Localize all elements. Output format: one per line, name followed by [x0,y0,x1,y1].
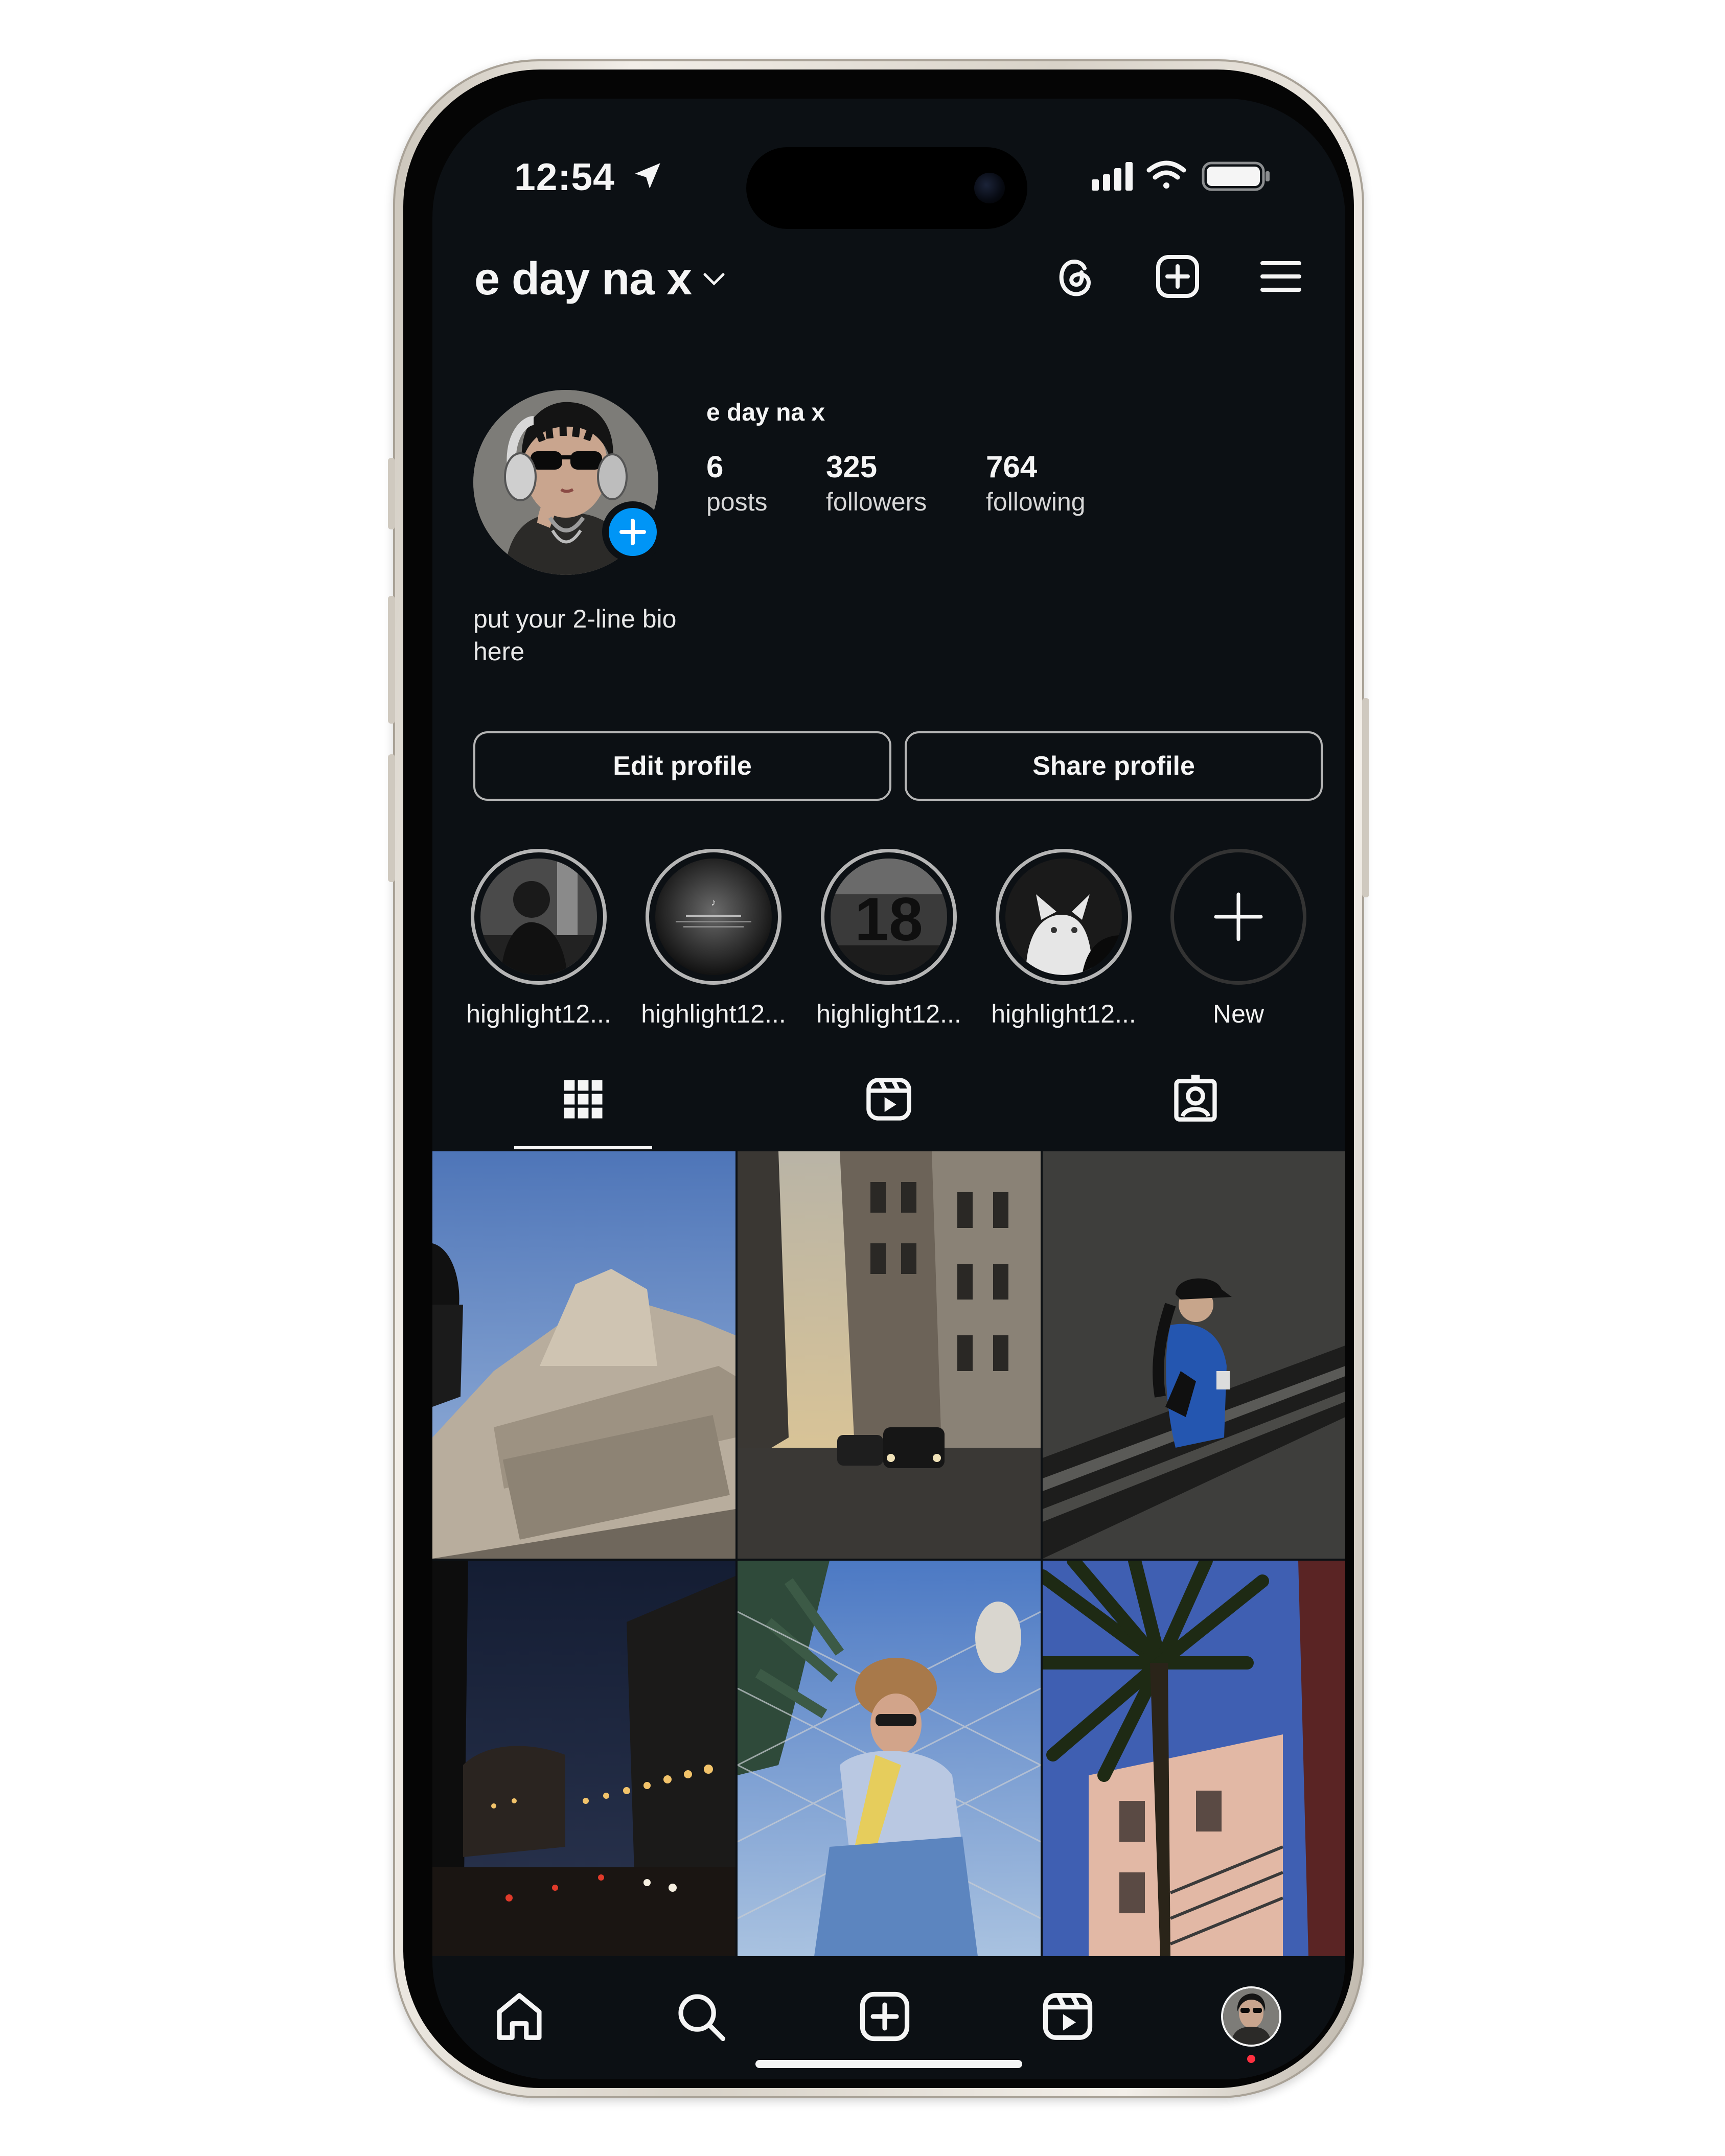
share-profile-button[interactable]: Share profile [905,731,1323,801]
location-arrow-icon [635,163,660,189]
new-highlight-button[interactable] [1170,849,1306,985]
volume-up-button [388,596,395,724]
create-icon[interactable] [857,1988,913,2045]
followers-label[interactable]: followers [826,487,927,517]
post-tile-4[interactable] [432,1561,735,1956]
post-tile-1[interactable] [432,1151,735,1559]
search-icon[interactable] [673,1988,729,2045]
plus-icon [1214,892,1263,941]
highlight-4-label: highlight12... [991,1000,1136,1028]
status-time: 12:54 [514,155,615,198]
highlight-3-thumb-text: 18 [855,885,923,954]
profile-nav-avatar[interactable] [1223,1988,1279,2045]
grid-icon[interactable] [558,1074,609,1125]
action-button [388,458,395,529]
status-icons [1092,160,1270,191]
post-tile-3[interactable] [1043,1151,1345,1559]
highlight-1[interactable] [471,849,607,985]
add-story-button[interactable] [602,501,663,563]
battery-icon [1202,161,1270,191]
reels-nav-icon[interactable] [1040,1988,1096,2045]
highlight-2[interactable]: ♪ [646,849,781,985]
following-label[interactable]: following [986,487,1086,517]
bio-line-2: here [473,637,525,666]
posts-label[interactable]: posts [706,487,768,517]
plus-icon [619,519,646,545]
active-tab-indicator [514,1146,652,1149]
edit-profile-button[interactable]: Edit profile [473,731,891,801]
phone-screen: 12:54 e day na x e day na x 6 posts 325 … [432,99,1345,2079]
highlight-2-label: highlight12... [641,1000,786,1028]
post-tile-6[interactable] [1043,1561,1345,1956]
highlight-4-thumb [1005,859,1122,975]
home-indicator[interactable] [755,2060,1022,2068]
post-tile-2[interactable] [738,1151,1041,1559]
highlight-3-thumb: 18 [831,859,947,975]
notification-dot [1247,2055,1255,2063]
new-highlight-label: New [1212,1000,1264,1028]
profile-display-name: e day na x [706,399,825,426]
wifi-icon [1146,160,1186,189]
highlight-4[interactable] [996,849,1132,985]
profile-bio: put your 2-line bio here [473,602,760,668]
highlight-2-thumb-text: ♪ [711,897,716,908]
header-username[interactable]: e day na x [474,253,692,306]
highlight-2-thumb: ♪ [655,859,772,975]
volume-down-button [388,754,395,882]
highlight-1-label: highlight12... [466,1000,611,1028]
power-button [1362,698,1369,897]
menu-icon[interactable] [1256,252,1305,301]
tagged-icon[interactable] [1170,1074,1221,1125]
reels-icon[interactable] [863,1074,914,1125]
bio-line-1: put your 2-line bio [473,605,677,633]
following-count[interactable]: 764 [986,449,1037,484]
home-icon[interactable] [491,1988,547,2045]
dynamic-island [746,147,1027,229]
chevron-down-icon[interactable] [702,271,726,287]
signal-icon [1092,162,1133,191]
followers-count[interactable]: 325 [826,449,877,484]
highlight-3[interactable]: 18 [821,849,957,985]
post-tile-5[interactable] [738,1561,1041,1956]
phone-frame: 12:54 e day na x e day na x 6 posts 325 … [388,59,1369,2098]
highlight-1-thumb [480,859,597,975]
front-camera [974,173,1005,203]
highlight-3-label: highlight12... [816,1000,961,1028]
posts-count[interactable]: 6 [706,449,723,484]
phone-bezel: 12:54 e day na x e day na x 6 posts 325 … [403,69,1354,2088]
threads-icon[interactable] [1051,252,1100,301]
create-post-icon[interactable] [1153,252,1202,301]
